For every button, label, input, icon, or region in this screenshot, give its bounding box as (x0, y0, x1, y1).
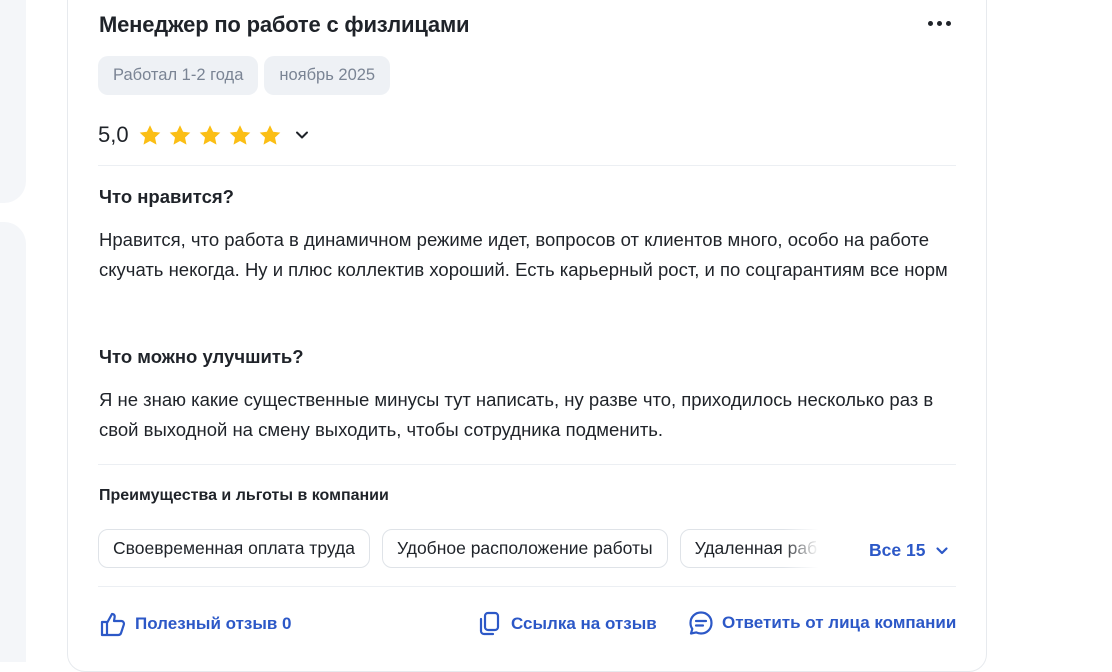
star-icon (258, 124, 282, 147)
rating-value: 5,0 (98, 122, 129, 147)
left-panel-bottom (0, 222, 26, 662)
star-icon (138, 124, 162, 147)
divider (98, 165, 956, 166)
company-reply-button[interactable]: Ответить от лица компании (688, 610, 956, 636)
review-card (67, 0, 987, 672)
review-link-label: Ссылка на отзыв (511, 614, 657, 633)
divider (98, 464, 956, 465)
thumbs-up-icon (99, 610, 127, 638)
helpful-label: Полезный отзыв 0 (135, 614, 292, 633)
copy-icon (477, 610, 503, 638)
benefit-chip[interactable]: Своевременная оплата труда (98, 529, 370, 568)
company-reply-label: Ответить от лица компании (722, 613, 957, 632)
rating-row: 5,0 (98, 122, 310, 148)
helpful-button[interactable]: Полезный отзыв 0 (99, 610, 292, 638)
benefits-list: Своевременная оплата труда Удобное распо… (98, 529, 823, 569)
review-tags: Работал 1-2 года ноябрь 2025 (98, 56, 391, 95)
more-dots-icon[interactable] (925, 12, 953, 34)
likes-heading: Что нравится? (99, 186, 234, 207)
left-panel-top (0, 0, 26, 203)
rating-stars (138, 124, 282, 147)
dot (936, 20, 942, 26)
star-icon (228, 124, 252, 147)
dot (945, 20, 951, 26)
chat-bubble-icon (688, 610, 714, 636)
improve-heading: Что можно улучшить? (99, 346, 304, 367)
improve-text: Я не знаю какие существенные минусы тут … (99, 389, 934, 440)
all-benefits-button[interactable]: Все 15 (869, 540, 949, 561)
chevron-down-icon (936, 546, 949, 554)
review-title: Менеджер по работе с физлицами (99, 12, 470, 37)
star-icon (168, 124, 192, 147)
likes-text: Нравится, что работа в динамичном режиме… (99, 229, 948, 280)
all-benefits-label: Все 15 (869, 540, 926, 560)
benefit-chip[interactable]: Удобное расположение работы (381, 529, 668, 568)
dot (927, 20, 933, 26)
review-link-button[interactable]: Ссылка на отзыв (477, 610, 657, 638)
divider (98, 586, 956, 587)
star-icon (198, 124, 222, 147)
benefits-title: Преимущества и льготы в компании (99, 487, 389, 504)
experience-tag: Работал 1-2 года (98, 56, 259, 95)
chevron-down-icon[interactable] (294, 127, 310, 143)
date-tag: ноябрь 2025 (264, 56, 391, 95)
chips-fade (783, 529, 825, 569)
